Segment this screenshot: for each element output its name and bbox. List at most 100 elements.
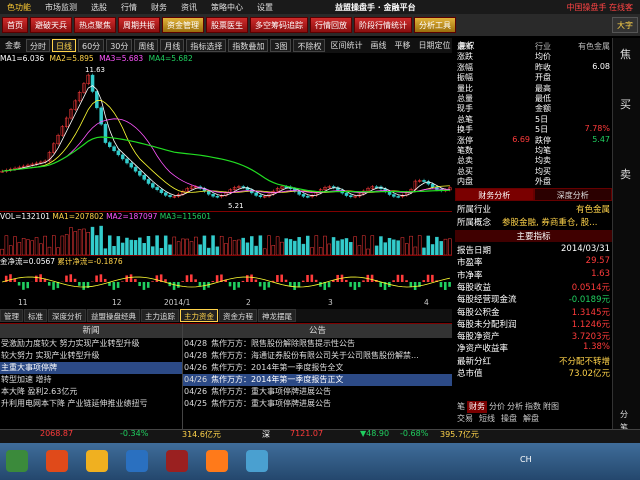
- ticker-value: 7121.07: [290, 429, 324, 438]
- toolbar-button-8[interactable]: 阶段行情统计: [354, 17, 412, 33]
- menu-item-settings[interactable]: 设置: [250, 2, 280, 13]
- menu-item-news[interactable]: 资讯: [174, 2, 204, 13]
- candles: [0, 73, 452, 199]
- menu-item-quotes[interactable]: 行情: [114, 2, 144, 13]
- news-item[interactable]: 较大努力 实现产业转型升级: [0, 350, 182, 362]
- toolbar-button-2[interactable]: 热点聚焦: [74, 17, 116, 33]
- indicator-tab[interactable]: 深度分析: [48, 309, 86, 322]
- bottom-tab[interactable]: 笔: [457, 401, 465, 413]
- no-adjust-dropdown[interactable]: 不除权: [293, 39, 326, 52]
- toolbar-button-9[interactable]: 分析工具: [414, 17, 456, 33]
- announcement-item[interactable]: 04/28 焦作万方：海通证券股份有限公司关于公司限售股份解禁...: [183, 350, 452, 362]
- period-button-30m[interactable]: 30分: [106, 39, 133, 52]
- bottom-tab-secondary[interactable]: 解盘: [523, 413, 539, 425]
- bottom-tab-secondary[interactable]: 短线: [479, 413, 495, 425]
- app-icon[interactable]: [46, 450, 68, 472]
- announcement-item[interactable]: 04/28 焦作万方：限售股份解除限售提示性公告: [183, 338, 452, 350]
- menu-brand[interactable]: 色功能: [0, 2, 38, 13]
- news-item[interactable]: 转型加速 增持: [0, 374, 182, 386]
- date-locate-button[interactable]: 日期定位: [415, 39, 453, 52]
- metric-label: 每股公积金: [457, 307, 500, 318]
- quote-cell: 5日: [535, 125, 549, 135]
- period-button-daily[interactable]: 日线: [52, 39, 76, 52]
- trading-app-icon[interactable]: [166, 450, 188, 472]
- indicator-tab[interactable]: 主力追踪: [141, 309, 179, 322]
- period-button-weekly[interactable]: 周线: [134, 39, 159, 52]
- toolbar-large-font-button[interactable]: 大字: [612, 17, 638, 33]
- indicator-tab[interactable]: 资金方程: [219, 309, 257, 322]
- announcement-item[interactable]: 04/26 焦作万方：2014年第一季度报告正文: [183, 374, 452, 386]
- period-button-monthly[interactable]: 月线: [160, 39, 185, 52]
- vol-ma2-value: MA2=187097: [106, 212, 158, 221]
- bottom-tab[interactable]: 附图: [543, 401, 559, 413]
- toolbar-button-6[interactable]: 多空筹码追踪: [250, 17, 308, 33]
- metric-value: 73.02亿元: [568, 369, 610, 379]
- industry-value[interactable]: 有色金属: [576, 203, 610, 215]
- menu-item-strategy[interactable]: 策略中心: [204, 2, 250, 13]
- indicator-tab[interactable]: 管理: [0, 309, 23, 322]
- news-item[interactable]: 本大降 盈利2.63亿元: [0, 386, 182, 398]
- vol-ma1-value: MA1=207802: [52, 212, 104, 221]
- indicator-tab[interactable]: 神龙摆尾: [258, 309, 296, 322]
- ticker-value: 2068.87: [40, 429, 74, 438]
- toolbar-button-5[interactable]: 股票医生: [206, 17, 248, 33]
- announcement-item[interactable]: 04/25 焦作万方：重大事项停牌进展公告: [183, 398, 452, 410]
- tab-financial-analysis[interactable]: 财务分析: [455, 188, 534, 201]
- bottom-tab[interactable]: 分析: [507, 401, 523, 413]
- layout-3-dropdown[interactable]: 3图: [270, 39, 292, 52]
- news-item[interactable]: 主重大事项停牌: [0, 362, 182, 374]
- folder-icon[interactable]: [126, 450, 148, 472]
- period-button-intraday[interactable]: 分时: [26, 39, 50, 52]
- ime-indicator[interactable]: CH: [520, 455, 532, 464]
- start-icon[interactable]: [6, 450, 28, 472]
- bottom-tab[interactable]: 指数: [525, 401, 541, 413]
- menu-item-market[interactable]: 市场监测: [38, 2, 84, 13]
- bottom-tab-secondary[interactable]: 交易: [457, 413, 473, 425]
- quote-cell: 涨停: [457, 135, 473, 145]
- market-ticker[interactable]: 2068.87 -0.34% 314.6亿元 深 7121.07 ▼48.90 -0.68%…: [0, 429, 640, 443]
- bottom-tab-secondary[interactable]: 操盘: [501, 413, 517, 425]
- range-stats-button[interactable]: 区间统计: [327, 39, 365, 52]
- tab-deep-analysis[interactable]: 深度分析: [533, 188, 612, 201]
- metric-row: 市净率 1.63: [457, 269, 610, 281]
- tools-icon[interactable]: [206, 450, 228, 472]
- toolbar-button-4[interactable]: 资金管理: [162, 17, 204, 33]
- quote-row: 笔数 均笔: [455, 145, 612, 155]
- news-item[interactable]: 受激励力度较大 努力实现产业转型升级: [0, 338, 182, 350]
- toolbar-home-button[interactable]: 首页: [2, 17, 28, 33]
- metric-label: 总市值: [457, 369, 483, 379]
- indicator-tab-active[interactable]: 主力资金: [180, 309, 218, 322]
- draw-line-button[interactable]: 画线: [367, 39, 389, 52]
- indicator-tab[interactable]: 益盟操盘经典: [87, 309, 140, 322]
- menu-item-select[interactable]: 选股: [84, 2, 114, 13]
- toolbar-button-7[interactable]: 行情回放: [310, 17, 352, 33]
- index-overlay-dropdown[interactable]: 指数叠加: [228, 39, 269, 52]
- stock-name-tab[interactable]: 金泰: [2, 39, 24, 52]
- period-button-60m[interactable]: 60分: [78, 39, 105, 52]
- concept-value[interactable]: 参股金融, 券商重仓, 股...: [502, 216, 597, 228]
- toolbar-button-1[interactable]: 避破天兵: [30, 17, 72, 33]
- browser-icon[interactable]: [86, 450, 108, 472]
- quote-cell: 均笔: [535, 146, 551, 155]
- announcement-item[interactable]: 04/26 焦作万方：重大事项停牌进展公告: [183, 386, 452, 398]
- announcement-item[interactable]: 04/26 焦作万方：2014年第一季度报告全文: [183, 362, 452, 374]
- menu-right-links[interactable]: 中国操盘手 在线客: [559, 2, 640, 13]
- media-icon[interactable]: [246, 450, 268, 472]
- toolbar-button-3[interactable]: 周期共振: [118, 17, 160, 33]
- quote-row: 涨跌 均价: [455, 51, 612, 61]
- metric-row: 净资产收益率 1.38%: [457, 342, 610, 354]
- news-item[interactable]: 升利用电网本下降 产业链延伸推业绩扭亏: [0, 398, 182, 410]
- candlestick-chart[interactable]: 11.63 5.21: [0, 64, 452, 212]
- bottom-tab[interactable]: 分价: [489, 401, 505, 413]
- volume-chart[interactable]: [0, 222, 452, 256]
- side-label-focus[interactable]: 焦: [620, 48, 632, 61]
- bottom-tab[interactable]: 财务: [467, 401, 487, 413]
- fund-flow-chart[interactable]: [0, 266, 452, 298]
- indicator-select-dropdown[interactable]: 指标选择: [186, 39, 227, 52]
- pan-button[interactable]: 平移: [391, 39, 413, 52]
- quote-cell: 行业: [535, 42, 551, 51]
- window-title: 益盟操盘手 · 金融平台: [335, 2, 416, 12]
- indicator-tab[interactable]: 标准: [24, 309, 47, 322]
- metric-row: 每股未分配利润 1.1246元: [457, 318, 610, 330]
- menu-item-finance[interactable]: 财务: [144, 2, 174, 13]
